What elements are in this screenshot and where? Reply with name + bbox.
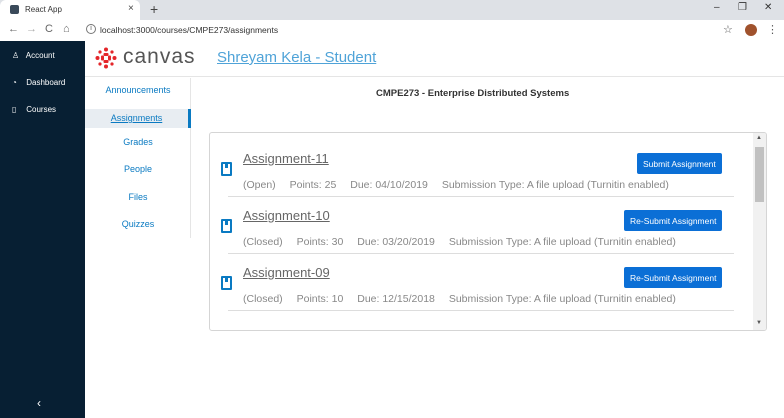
assignment-status: (Open) (243, 179, 276, 191)
react-favicon-icon (10, 5, 19, 14)
global-nav: ♙ Account ◔ Dashboard ▯ Courses ‹ (0, 41, 85, 418)
course-nav-announcements[interactable]: Announcements (85, 85, 191, 95)
tab-title: React App (25, 5, 62, 14)
course-nav-people[interactable]: People (85, 164, 191, 174)
home-icon[interactable]: ⌂ (63, 23, 70, 35)
person-icon: ♙ (12, 51, 20, 60)
global-nav-dashboard[interactable]: ◔ Dashboard (12, 78, 65, 87)
assignment-meta: (Closed) Points: 30 Due: 03/20/2019 Subm… (243, 236, 687, 248)
global-nav-account[interactable]: ♙ Account (12, 51, 55, 60)
assignment-points: Points: 25 (289, 179, 337, 191)
address-bar[interactable]: i localhost:3000/courses/CMPE273/assignm… (86, 22, 766, 38)
assignment-status: (Closed) (243, 293, 283, 305)
list-item: Assignment-09 (Closed) Points: 10 Due: 1… (210, 254, 740, 311)
assignments-list[interactable]: Assignment-11 (Open) Points: 25 Due: 04/… (209, 132, 767, 331)
assignment-points: Points: 10 (296, 293, 344, 305)
resubmit-assignment-button[interactable]: Re-Submit Assignment (624, 267, 723, 288)
window-close-icon[interactable]: ✕ (764, 2, 772, 13)
scroll-thumb[interactable] (755, 147, 764, 202)
assignment-name-link[interactable]: Assignment-09 (243, 265, 330, 280)
site-info-icon[interactable]: i (86, 24, 96, 34)
new-tab-icon[interactable]: + (150, 1, 158, 17)
assignment-name-link[interactable]: Assignment-10 (243, 208, 330, 223)
global-nav-label: Courses (26, 105, 57, 114)
assignment-name-link[interactable]: Assignment-11 (243, 151, 329, 166)
assignment-meta: (Closed) Points: 10 Due: 12/15/2018 Subm… (243, 293, 687, 305)
url-text[interactable]: localhost:3000/courses/CMPE273/assignmen… (100, 25, 278, 35)
assignment-points: Points: 30 (296, 236, 344, 248)
course-nav: Announcements Assignments Grades People … (85, 78, 191, 238)
scrollbar[interactable]: ▲ ▼ (753, 133, 766, 330)
course-nav-files[interactable]: Files (85, 192, 191, 202)
page-title: CMPE273 - Enterprise Distributed Systems (376, 88, 570, 99)
resubmit-assignment-button[interactable]: Re-Submit Assignment (624, 210, 723, 231)
canvas-logo-icon (95, 47, 117, 69)
global-nav-courses[interactable]: ▯ Courses (12, 105, 56, 114)
assignment-due-date: Due: 12/15/2018 (357, 293, 435, 305)
app-header: canvas Shreyam Kela - Student (85, 41, 784, 77)
course-nav-assignments[interactable]: Assignments (85, 109, 191, 128)
user-profile-link[interactable]: Shreyam Kela - Student (217, 49, 376, 66)
assignment-icon (221, 219, 232, 233)
scroll-down-icon[interactable]: ▼ (756, 320, 762, 326)
assignment-icon (221, 276, 232, 290)
back-icon[interactable]: ← (8, 23, 19, 35)
canvas-logo-text: canvas (123, 45, 196, 68)
browser-tab[interactable]: React App × (0, 0, 140, 20)
assignment-meta: (Open) Points: 25 Due: 04/10/2019 Submis… (243, 179, 680, 191)
course-nav-quizzes[interactable]: Quizzes (85, 219, 191, 229)
browser-chrome: React App × + – ❐ ✕ ← → C ⌂ i localhost:… (0, 0, 784, 41)
collapse-nav-icon[interactable]: ‹ (37, 396, 41, 410)
browser-toolbar: ← → C ⌂ i localhost:3000/courses/CMPE273… (0, 20, 784, 41)
assignment-icon (221, 162, 232, 176)
profile-avatar[interactable] (745, 24, 757, 36)
restore-icon[interactable]: ❐ (738, 2, 747, 13)
assignment-due-date: Due: 04/10/2019 (350, 179, 428, 191)
assignment-status: (Closed) (243, 236, 283, 248)
submit-assignment-button[interactable]: Submit Assignment (637, 153, 722, 174)
dashboard-icon: ◔ (12, 78, 17, 87)
tab-close-icon[interactable]: × (128, 3, 134, 14)
scroll-up-icon[interactable]: ▲ (756, 135, 762, 141)
global-nav-label: Dashboard (26, 78, 66, 87)
forward-icon[interactable]: → (26, 23, 37, 35)
divider (228, 310, 734, 311)
list-item: Assignment-10 (Closed) Points: 30 Due: 0… (210, 197, 740, 254)
browser-menu-icon[interactable]: ⋮ (767, 23, 778, 36)
minimize-icon[interactable]: – (714, 2, 720, 13)
global-nav-label: Account (25, 51, 55, 60)
assignment-submission-type: Submission Type: A file upload (Turnitin… (448, 236, 676, 248)
assignment-submission-type: Submission Type: A file upload (Turnitin… (441, 179, 669, 191)
reload-icon[interactable]: C (45, 23, 53, 35)
course-nav-grades[interactable]: Grades (85, 137, 191, 147)
list-item: Assignment-11 (Open) Points: 25 Due: 04/… (210, 140, 740, 197)
bookmark-star-icon[interactable]: ☆ (723, 23, 733, 36)
assignment-due-date: Due: 03/20/2019 (357, 236, 435, 248)
book-icon: ▯ (12, 105, 17, 114)
assignment-submission-type: Submission Type: A file upload (Turnitin… (448, 293, 676, 305)
